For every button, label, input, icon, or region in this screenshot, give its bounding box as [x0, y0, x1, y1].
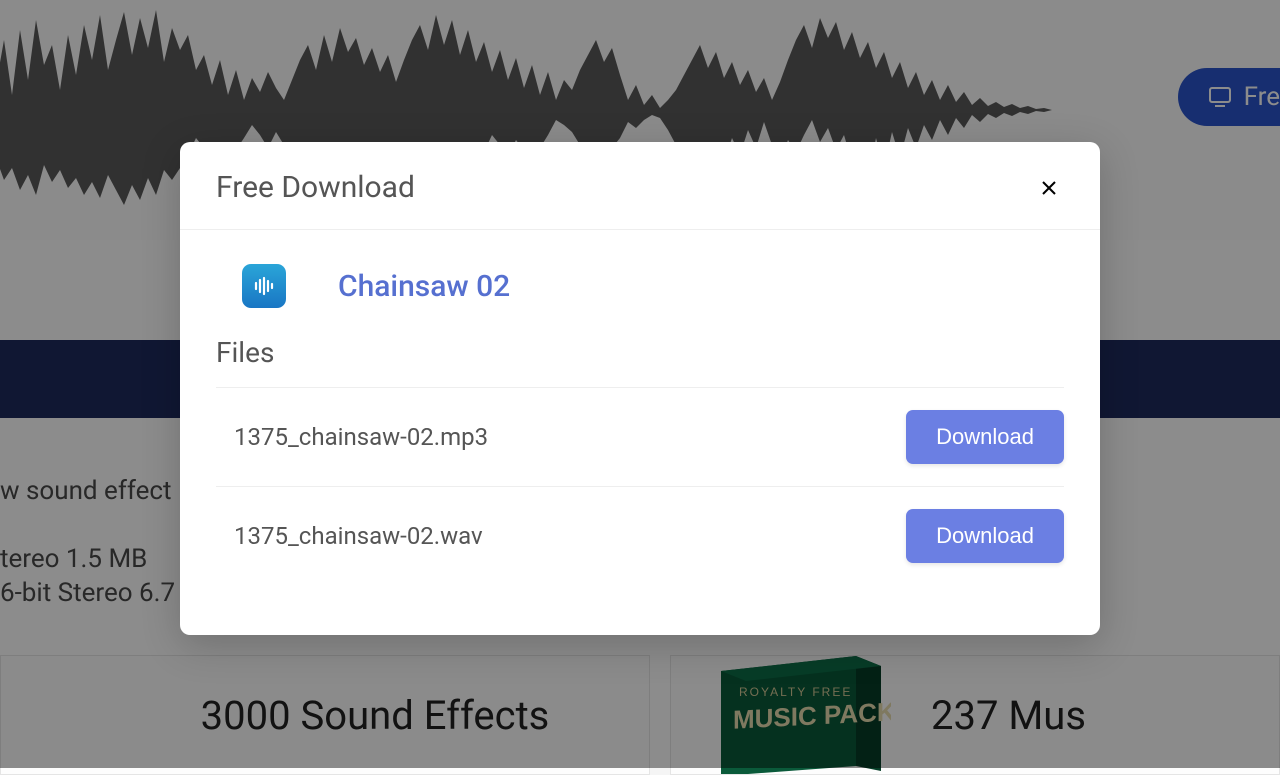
modal-header: Free Download	[180, 142, 1100, 230]
file-row: 1375_chainsaw-02.wav Download	[216, 487, 1064, 585]
item-title-link[interactable]: Chainsaw 02	[338, 269, 510, 304]
download-button[interactable]: Download	[906, 509, 1064, 563]
modal-title: Free Download	[216, 170, 415, 205]
files-heading: Files	[216, 336, 1064, 388]
close-icon	[1041, 180, 1057, 196]
audio-item-icon	[242, 264, 286, 308]
download-modal: Free Download Chainsaw 02 F	[180, 142, 1100, 635]
files-section: Files 1375_chainsaw-02.mp3 Download 1375…	[180, 336, 1100, 585]
file-row: 1375_chainsaw-02.mp3 Download	[216, 388, 1064, 487]
close-button[interactable]	[1034, 173, 1064, 203]
file-name: 1375_chainsaw-02.mp3	[216, 423, 488, 451]
item-row: Chainsaw 02	[180, 230, 1100, 336]
download-button[interactable]: Download	[906, 410, 1064, 464]
file-name: 1375_chainsaw-02.wav	[216, 522, 483, 550]
modal-overlay: Free Download Chainsaw 02 F	[0, 0, 1280, 768]
